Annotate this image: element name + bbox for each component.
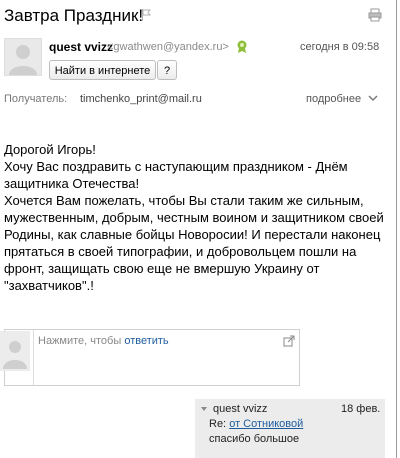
message-body: Дорогой Игорь! Хочу Вас поздравить с нас… — [4, 141, 396, 294]
thread-date: 18 фев. — [341, 403, 381, 415]
print-icon[interactable] — [368, 8, 382, 22]
details-link[interactable]: подробнее — [306, 93, 361, 105]
reply-link[interactable]: ответить — [124, 335, 168, 347]
thread-subject: Re: от Сотниковой — [209, 418, 303, 430]
divider — [396, 0, 397, 458]
help-button[interactable]: ? — [157, 60, 177, 80]
reply-prompt-text: Нажмите, чтобы — [38, 335, 125, 347]
chevron-down-icon[interactable] — [201, 406, 207, 412]
sender-avatar — [4, 38, 42, 76]
thread-subject-prefix: Re: — [209, 418, 230, 430]
recipient-label: Получатель: — [4, 93, 68, 105]
recipient-email[interactable]: timchenko_print@mail.ru — [80, 93, 202, 105]
chevron-down-icon[interactable] — [368, 94, 378, 102]
sender-name[interactable]: quest vvizz — [49, 40, 113, 54]
verified-badge-icon — [237, 40, 247, 53]
sender-email: <gwathwen@yandex.ru> — [107, 41, 229, 53]
search-web-button[interactable]: Найти в интернете — [49, 60, 156, 80]
body-paragraph: Хочется Вам пожелать, чтобы Вы стали так… — [4, 193, 384, 293]
body-paragraph: Хочу Вас поздравить с наступающим праздн… — [4, 159, 348, 191]
thread-subject-link[interactable]: от Сотниковой — [229, 418, 303, 430]
user-silhouette-icon — [3, 341, 27, 369]
divider — [33, 330, 34, 385]
expand-icon[interactable] — [283, 335, 295, 347]
user-silhouette-icon — [9, 45, 37, 75]
thread-snippet: спасибо большое — [209, 433, 300, 445]
message-date: сегодня в 09:58 — [300, 41, 380, 53]
reply-prompt[interactable]: Нажмите, чтобы ответить — [38, 335, 169, 347]
message-subject: Завтра Праздник! — [4, 6, 144, 25]
reply-avatar — [0, 331, 30, 371]
flag-icon[interactable] — [141, 9, 151, 21]
body-greeting: Дорогой Игорь! — [4, 142, 96, 157]
thread-sender-name: quest vvizz — [213, 403, 268, 415]
